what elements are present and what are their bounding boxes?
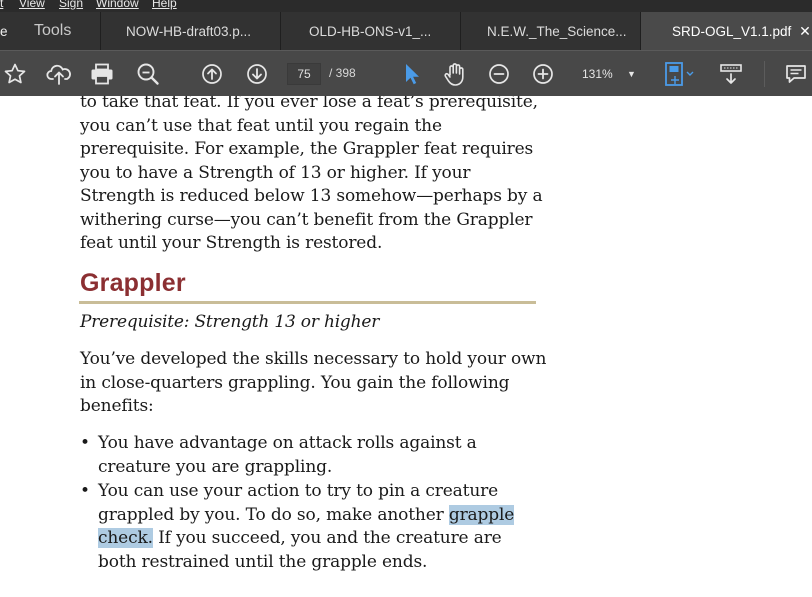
- bullet-item-2: You can use your action to try to pin a …: [98, 480, 526, 574]
- chevron-down-icon: ▼: [627, 69, 636, 79]
- document-page: to take that feat. If you ever lose a fe…: [0, 96, 812, 597]
- print-icon[interactable]: [88, 51, 116, 97]
- upload-cloud-icon[interactable]: [45, 51, 73, 97]
- tab-document-1[interactable]: NOW-HB-draft03.p...: [100, 12, 280, 50]
- toolbar-divider: [764, 61, 765, 87]
- menu-edit[interactable]: t: [0, 0, 3, 10]
- select-cursor-icon[interactable]: [400, 51, 422, 97]
- menu-view[interactable]: View: [19, 0, 45, 10]
- intro-paragraph: You’ve developed the skills necessary to…: [80, 349, 547, 416]
- tab-document-3[interactable]: N.E.W._The_Science...: [460, 12, 640, 50]
- menu-window[interactable]: Window: [96, 0, 139, 10]
- zoom-out-icon[interactable]: [487, 51, 511, 97]
- bullet-glyph: •: [80, 481, 91, 501]
- tab-home-label: e: [0, 23, 8, 39]
- heading-rule: [79, 301, 536, 304]
- bullet-item-1: You have advantage on attack rolls again…: [98, 433, 477, 477]
- page-down-icon[interactable]: [245, 51, 269, 97]
- tab-document-label: OLD-HB-ONS-v1_...: [309, 23, 432, 39]
- page-total: / 398: [329, 66, 356, 80]
- bullet-text: You can use your action to try to pin a …: [98, 481, 499, 525]
- close-icon[interactable]: ✕: [798, 12, 812, 50]
- fit-page-icon[interactable]: [661, 51, 697, 97]
- scrolling-mode-icon[interactable]: [717, 51, 745, 97]
- tab-tools[interactable]: Tools: [20, 12, 100, 50]
- zoom-search-icon[interactable]: [134, 51, 162, 97]
- tab-document-label: N.E.W._The_Science...: [487, 23, 627, 39]
- tab-tools-label: Tools: [34, 22, 72, 39]
- tab-document-label: SRD-OGL_V1.1.pdf: [672, 23, 792, 39]
- body-paragraph: to take that feat. If you ever lose a fe…: [80, 96, 543, 253]
- star-icon[interactable]: [2, 51, 28, 97]
- tab-document-2[interactable]: OLD-HB-ONS-v1_...: [280, 12, 460, 50]
- prerequisite-text: Prerequisite: Strength 13 or higher: [80, 312, 380, 332]
- menu-sign[interactable]: Sign: [59, 0, 83, 10]
- tab-home[interactable]: e: [0, 12, 20, 50]
- menu-help[interactable]: Help: [152, 0, 177, 10]
- tab-document-label: NOW-HB-draft03.p...: [126, 23, 252, 39]
- zoom-level-select[interactable]: 131% ▼: [568, 63, 642, 85]
- section-heading: Grappler: [80, 269, 186, 297]
- hand-tool-icon[interactable]: [441, 51, 469, 97]
- zoom-level-value: 131%: [582, 67, 613, 81]
- bullet-glyph: •: [80, 433, 91, 453]
- tab-bar: e Tools NOW-HB-draft03.p... OLD-HB-ONS-v…: [0, 12, 812, 50]
- bullet-text: If you succeed, you and the creature are…: [98, 528, 502, 572]
- toolbar: 75 / 398 131% ▼: [0, 50, 812, 96]
- page-up-icon[interactable]: [200, 51, 224, 97]
- menu-bar: t View Sign Window Help: [0, 0, 812, 12]
- page-number-input[interactable]: 75: [287, 63, 321, 85]
- zoom-in-icon[interactable]: [531, 51, 555, 97]
- tab-document-active[interactable]: SRD-OGL_V1.1.pdf ✕: [640, 12, 812, 50]
- comment-icon[interactable]: [782, 51, 810, 97]
